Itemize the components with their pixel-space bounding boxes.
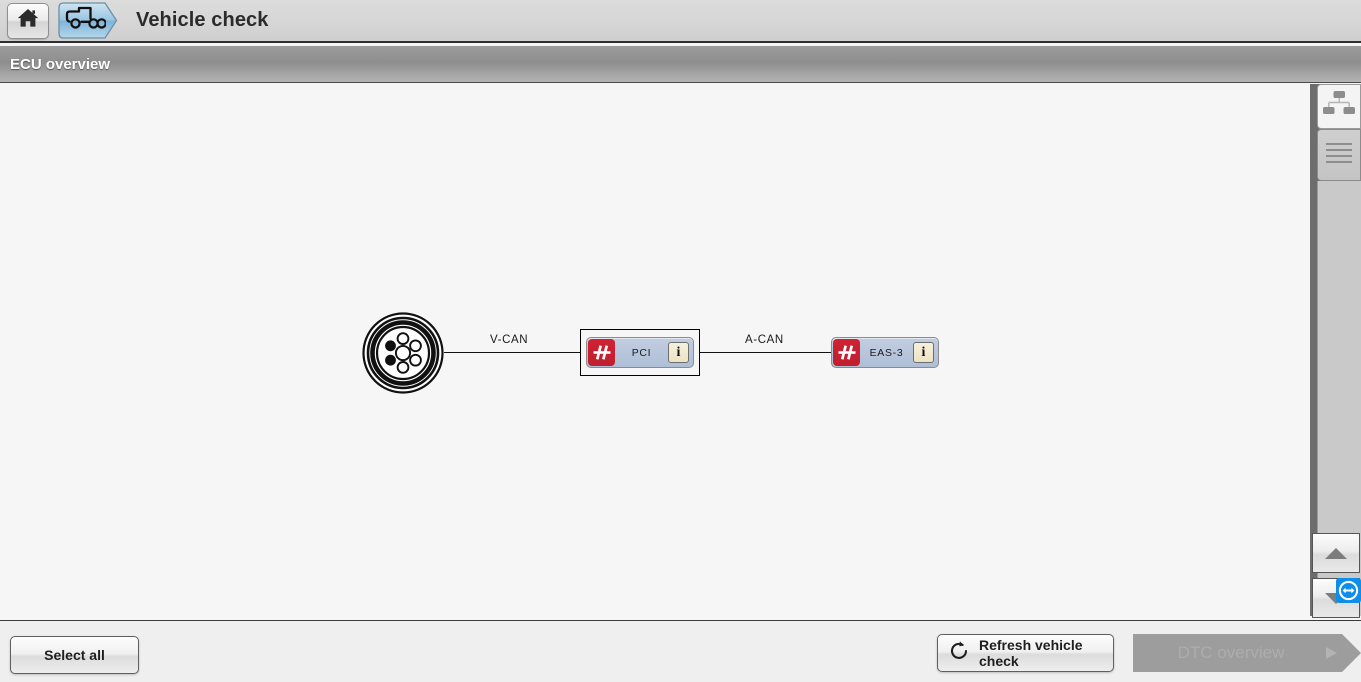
bus-label-a-can: A-CAN — [745, 334, 784, 346]
section-header-bar: ECU overview — [0, 45, 1361, 83]
teamviewer-icon[interactable] — [1336, 578, 1361, 603]
vehicle-truck-icon — [64, 5, 107, 36]
ecu-node-label: PCI — [631, 346, 652, 359]
ecu-info-button[interactable]: i — [913, 342, 934, 363]
refresh-vehicle-check-button[interactable]: Refresh vehicle check — [937, 634, 1114, 672]
triangle-up-icon — [1325, 547, 1347, 559]
list-view-icon — [1324, 139, 1354, 172]
broken-connection-icon — [833, 339, 860, 366]
ecu-info-button[interactable]: i — [668, 342, 689, 363]
ecu-node-body[interactable]: PCI i — [586, 337, 694, 368]
broken-connection-icon — [588, 339, 615, 366]
dtc-overview-button[interactable]: DTC overview — [1133, 634, 1361, 672]
page-title: Vehicle check — [136, 9, 269, 31]
list-view-button[interactable] — [1317, 129, 1361, 181]
bus-label-v-can: V-CAN — [490, 334, 529, 346]
diagnostic-connector-icon — [362, 312, 444, 394]
section-title: ECU overview — [10, 55, 111, 73]
ecu-node-label: EAS-3 — [869, 346, 904, 359]
scroll-up-button[interactable] — [1312, 533, 1360, 573]
ecu-topology-canvas[interactable]: V-CAN A-CAN PCI i EAS-3 i — [0, 84, 1310, 616]
vehicle-check-tab-button[interactable] — [58, 2, 118, 39]
refresh-circular-arrow-icon — [948, 640, 970, 667]
tree-view-button[interactable] — [1317, 84, 1361, 129]
refresh-vehicle-check-label: Refresh vehicle check — [979, 637, 1083, 669]
dtc-overview-label: DTC overview — [1177, 643, 1285, 662]
select-all-button[interactable]: Select all — [10, 636, 139, 674]
hierarchy-tree-view-icon — [1322, 90, 1356, 123]
home-button[interactable] — [7, 2, 49, 39]
vehicle-check-app: Vehicle check ECU overview V-CAN A-CAN P… — [0, 0, 1361, 682]
ecu-node-eas-3[interactable]: EAS-3 i — [831, 337, 939, 368]
ecu-node-pci[interactable]: PCI i — [580, 329, 700, 376]
title-bar: Vehicle check — [0, 0, 1361, 43]
home-icon — [16, 7, 40, 34]
ecu-node-body[interactable]: EAS-3 i — [831, 337, 939, 368]
bus-line-a-can — [698, 352, 831, 353]
bus-line-v-can — [444, 352, 580, 353]
